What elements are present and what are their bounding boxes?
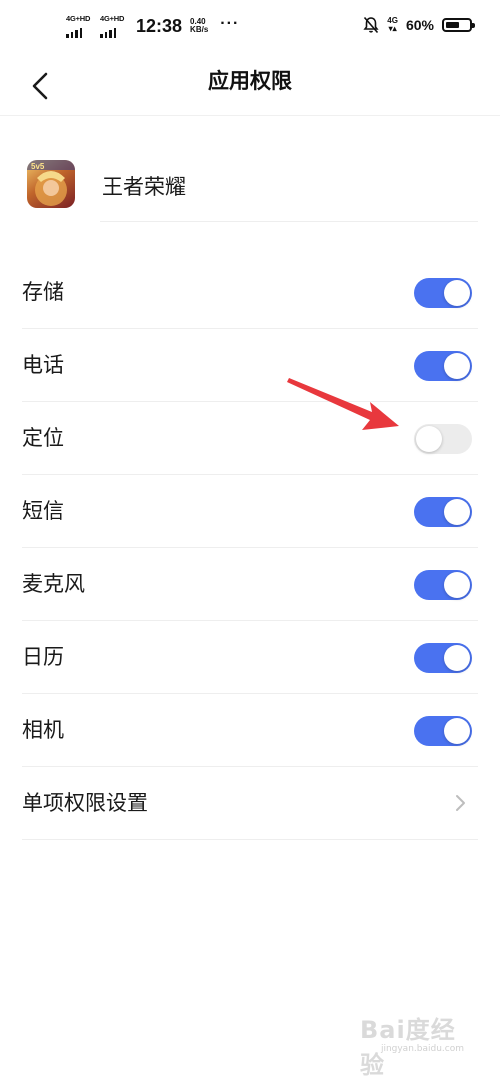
status-right: 4G ▾▴ 60% <box>363 16 475 34</box>
more-notifications-icon: ··· <box>220 15 240 32</box>
watermark: Bai度经验 jingyan.baidu.com <box>360 1010 480 1079</box>
app-info-row: 5v5 王者荣耀 <box>22 152 478 222</box>
app-name: 王者荣耀 <box>102 175 186 199</box>
permission-row-sms: 短信 <box>22 475 478 548</box>
data-arrows-icon: ▾▴ <box>388 24 397 33</box>
permission-label: 日历 <box>22 645 64 669</box>
clock: 12:38 <box>136 15 183 36</box>
single-permission-settings-row[interactable]: 单项权限设置 <box>22 767 478 840</box>
permission-label: 相机 <box>22 718 64 742</box>
toggle-knob <box>444 353 470 379</box>
permission-row-location: 定位 <box>22 402 478 475</box>
camera-toggle[interactable] <box>414 716 472 746</box>
speed-unit: KB/s <box>190 25 209 34</box>
location-toggle[interactable] <box>414 424 472 454</box>
mute-bell-icon <box>363 16 379 34</box>
permission-label: 定位 <box>22 426 64 450</box>
status-left: 4G+HD 4G+HD 12:38 0.40 KB/s ··· <box>66 14 239 38</box>
network-speed: 0.40 KB/s <box>190 18 208 34</box>
network-type-icon: 4G ▾▴ <box>387 17 398 33</box>
toggle-knob <box>444 499 470 525</box>
permission-label: 存储 <box>22 280 64 304</box>
signal-sim2-icon: 4G+HD <box>100 14 126 38</box>
toggle-knob <box>416 426 442 452</box>
permission-list: 存储 电话 定位 短信 麦克风 日历 相机 单项权限设置 <box>22 256 478 840</box>
annotation-arrow-icon <box>287 378 399 430</box>
permission-row-storage: 存储 <box>22 256 478 329</box>
permission-row-calendar: 日历 <box>22 621 478 694</box>
divider <box>100 221 478 222</box>
microphone-toggle[interactable] <box>414 570 472 600</box>
app-header: 应用权限 <box>0 56 500 116</box>
battery-fill <box>446 22 459 28</box>
phone-toggle[interactable] <box>414 351 472 381</box>
toggle-knob <box>444 572 470 598</box>
page-title: 应用权限 <box>208 69 292 93</box>
toggle-knob <box>444 718 470 744</box>
status-bar: 4G+HD 4G+HD 12:38 0.40 KB/s ··· 4G ▾▴ 60… <box>0 0 500 56</box>
sim2-label: 4G+HD <box>100 14 125 23</box>
game-app-icon: 5v5 <box>27 160 75 208</box>
permission-label: 麦克风 <box>22 572 85 596</box>
toggle-knob <box>444 280 470 306</box>
permission-row-camera: 相机 <box>22 694 478 767</box>
toggle-knob <box>444 645 470 671</box>
watermark-url: jingyan.baidu.com <box>380 1044 464 1054</box>
battery-icon <box>442 18 475 32</box>
permission-label: 短信 <box>22 499 64 523</box>
storage-toggle[interactable] <box>414 278 472 308</box>
chevron-right-icon <box>456 795 465 811</box>
permission-label: 电话 <box>22 353 64 377</box>
permission-row-microphone: 麦克风 <box>22 548 478 621</box>
permission-row-phone: 电话 <box>22 329 478 402</box>
sim1-label: 4G+HD <box>66 14 91 23</box>
battery-percent: 60% <box>405 17 434 33</box>
calendar-toggle[interactable] <box>414 643 472 673</box>
signal-sim1-icon: 4G+HD <box>66 14 92 38</box>
sms-toggle[interactable] <box>414 497 472 527</box>
single-settings-label: 单项权限设置 <box>22 791 148 815</box>
svg-text:5v5: 5v5 <box>31 162 45 171</box>
